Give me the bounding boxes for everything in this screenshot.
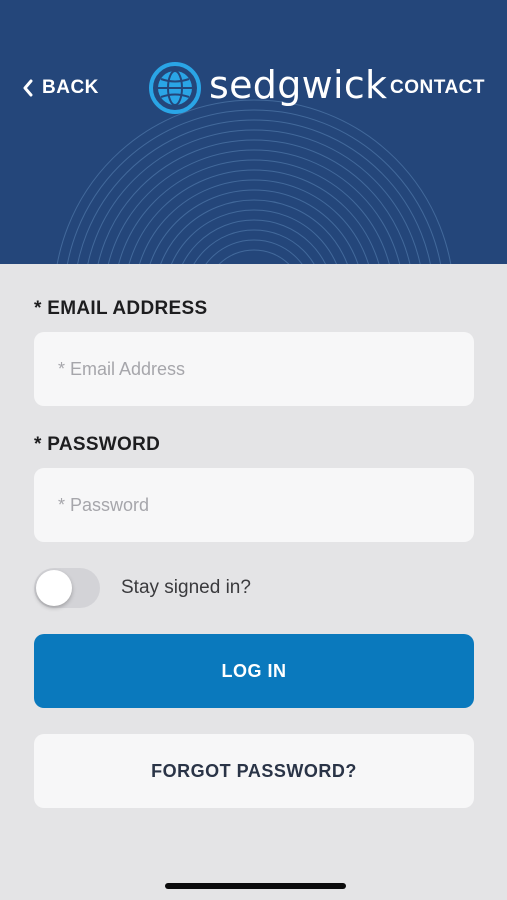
email-field[interactable] [34,332,474,406]
password-label: * PASSWORD [34,434,161,455]
home-indicator [165,883,346,889]
chevron-left-icon [23,79,33,97]
contact-label: CONTACT [390,77,485,98]
back-button[interactable]: BACK [22,76,99,100]
back-label: BACK [42,77,99,98]
decorative-arcs [56,99,452,264]
toggle-knob [36,570,72,606]
password-field[interactable] [34,468,474,542]
contact-button[interactable]: CONTACT [390,76,485,100]
app-header: BACK sedgwick CONTACT [0,0,507,264]
stay-signed-in-label: Stay signed in? [121,577,251,598]
stay-signed-in-toggle[interactable] [34,568,100,608]
email-label: * EMAIL ADDRESS [34,298,208,319]
forgot-password-button[interactable]: FORGOT PASSWORD? [34,734,474,808]
brand-logo: sedgwick [149,60,387,116]
brand-name: sedgwick [209,63,388,107]
globe-logo-icon [149,62,201,114]
login-button[interactable]: LOG IN [34,634,474,708]
